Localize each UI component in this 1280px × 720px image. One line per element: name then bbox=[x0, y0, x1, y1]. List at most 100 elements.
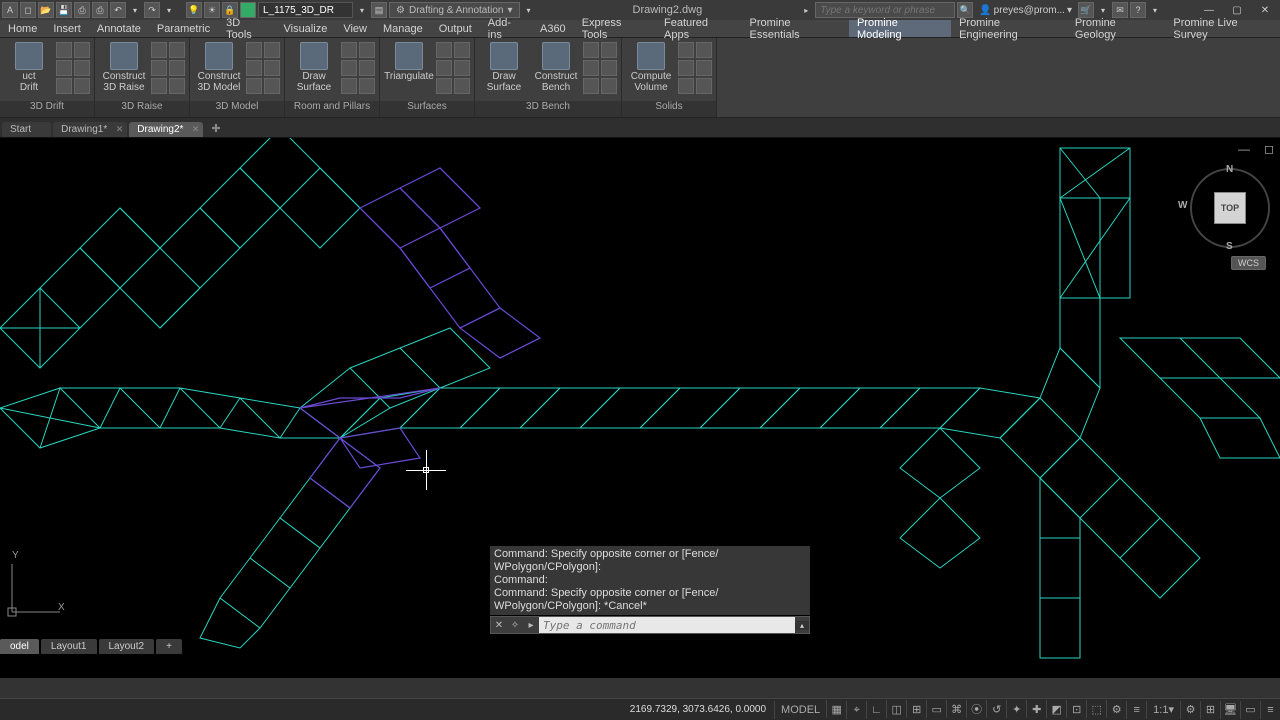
status-workspace-icon[interactable]: ⊞ bbox=[1200, 701, 1220, 719]
ribbon-small-button[interactable] bbox=[678, 60, 694, 76]
file-tab[interactable]: Drawing1*✕ bbox=[53, 122, 127, 137]
ribbon-small-button[interactable] bbox=[436, 78, 452, 94]
layout-tab[interactable]: Layout2 bbox=[99, 639, 155, 654]
undo-icon[interactable]: ↶ bbox=[110, 2, 126, 18]
viewcube-face[interactable]: TOP bbox=[1214, 192, 1246, 224]
ribbon-small-button[interactable] bbox=[246, 60, 262, 76]
ribbon-small-button[interactable] bbox=[696, 42, 712, 58]
freeze-icon[interactable]: ☀ bbox=[204, 2, 220, 18]
saveas-icon[interactable]: ⎙ bbox=[74, 2, 90, 18]
layer-props-icon[interactable]: ▤ bbox=[371, 2, 387, 18]
open-icon[interactable]: 📂 bbox=[38, 2, 54, 18]
ribbon-tab-view[interactable]: View bbox=[335, 20, 375, 37]
coordinates-readout[interactable]: 2169.7329, 3073.6426, 0.0000 bbox=[622, 704, 774, 715]
ribbon-button[interactable]: DrawSurface bbox=[289, 40, 339, 93]
ribbon-tab-manage[interactable]: Manage bbox=[375, 20, 431, 37]
ribbon-tab-output[interactable]: Output bbox=[431, 20, 480, 37]
status-toggle[interactable]: ⌖ bbox=[846, 701, 866, 719]
ribbon-small-button[interactable] bbox=[74, 60, 90, 76]
wcs-badge[interactable]: WCS bbox=[1231, 256, 1266, 270]
file-tab[interactable]: Drawing2*✕ bbox=[129, 122, 203, 137]
ribbon-tab-promine-essentials[interactable]: Promine Essentials bbox=[742, 20, 849, 37]
status-toggle[interactable]: ◫ bbox=[886, 700, 906, 718]
ribbon-tab-annotate[interactable]: Annotate bbox=[89, 20, 149, 37]
add-layout-button[interactable]: + bbox=[156, 639, 182, 654]
save-icon[interactable]: 💾 bbox=[56, 2, 72, 18]
ribbon-small-button[interactable] bbox=[341, 60, 357, 76]
status-toggle[interactable]: ⊡ bbox=[1066, 700, 1086, 718]
ribbon-button[interactable]: Construct3D Raise bbox=[99, 40, 149, 93]
ribbon-small-button[interactable] bbox=[601, 42, 617, 58]
new-icon[interactable]: ◻ bbox=[20, 2, 36, 18]
status-toggle[interactable]: ≡ bbox=[1126, 701, 1146, 719]
ribbon-tab-express-tools[interactable]: Express Tools bbox=[574, 20, 656, 37]
ribbon-button[interactable]: DrawSurface bbox=[479, 40, 529, 93]
ribbon-small-button[interactable] bbox=[246, 42, 262, 58]
ribbon-tab-featured-apps[interactable]: Featured Apps bbox=[656, 20, 742, 37]
status-clean-icon[interactable]: ▭ bbox=[1240, 701, 1260, 719]
ribbon-small-button[interactable] bbox=[678, 78, 694, 94]
status-toggle[interactable]: ✦ bbox=[1006, 700, 1026, 718]
layout-tab[interactable]: Layout1 bbox=[41, 639, 97, 654]
ribbon-small-button[interactable] bbox=[454, 78, 470, 94]
ribbon-small-button[interactable] bbox=[264, 60, 280, 76]
status-toggle[interactable]: ◩ bbox=[1046, 700, 1066, 718]
bulb-icon[interactable]: 💡 bbox=[186, 2, 202, 18]
layout-tab[interactable]: odel bbox=[0, 639, 39, 654]
ribbon-tab-a360[interactable]: A360 bbox=[532, 20, 574, 37]
ribbon-small-button[interactable] bbox=[169, 78, 185, 94]
ribbon-tab-promine-modeling[interactable]: Promine Modeling bbox=[849, 20, 951, 37]
ribbon-small-button[interactable] bbox=[74, 42, 90, 58]
ribbon-small-button[interactable] bbox=[583, 78, 599, 94]
ribbon-button[interactable]: Triangulate bbox=[384, 40, 434, 82]
status-toggle[interactable]: ▭ bbox=[926, 700, 946, 718]
viewcube[interactable]: N S W TOP bbox=[1190, 168, 1270, 248]
ribbon-small-button[interactable] bbox=[56, 60, 72, 76]
ribbon-small-button[interactable] bbox=[56, 78, 72, 94]
status-gear-icon[interactable]: ⚙ bbox=[1180, 701, 1200, 719]
ribbon-tab-parametric[interactable]: Parametric bbox=[149, 20, 218, 37]
status-toggle[interactable]: ⬚ bbox=[1086, 700, 1106, 718]
ribbon-tab-add-ins[interactable]: Add-ins bbox=[480, 20, 532, 37]
command-close-icon[interactable]: ✕ bbox=[491, 620, 507, 631]
viewport[interactable]: Y X — ◻ N S W TOP WCS Command: Specify o… bbox=[0, 138, 1280, 678]
ribbon-tab-promine-engineering[interactable]: Promine Engineering bbox=[951, 20, 1067, 37]
status-toggle[interactable]: ⚙ bbox=[1106, 700, 1126, 718]
layer-combo[interactable] bbox=[258, 2, 353, 18]
ribbon-small-button[interactable] bbox=[151, 42, 167, 58]
ribbon-small-button[interactable] bbox=[359, 60, 375, 76]
ribbon-small-button[interactable] bbox=[169, 42, 185, 58]
viewport-restore-icon[interactable]: ◻ bbox=[1264, 142, 1274, 156]
status-toggle[interactable]: ⌘ bbox=[946, 700, 966, 718]
ribbon-button[interactable]: Construct3D Model bbox=[194, 40, 244, 93]
ribbon-button[interactable]: ComputeVolume bbox=[626, 40, 676, 93]
ribbon-small-button[interactable] bbox=[678, 42, 694, 58]
close-icon[interactable]: ✕ bbox=[116, 124, 124, 135]
annotation-scale[interactable]: 1:1 ▾ bbox=[1146, 701, 1180, 719]
viewcube-s[interactable]: S bbox=[1226, 241, 1233, 252]
ribbon-small-button[interactable] bbox=[583, 42, 599, 58]
command-customize-icon[interactable]: ✧ bbox=[507, 620, 523, 631]
ribbon-small-button[interactable] bbox=[454, 60, 470, 76]
file-tab[interactable]: Start bbox=[2, 122, 51, 137]
ribbon-small-button[interactable] bbox=[601, 78, 617, 94]
status-toggle[interactable]: ∟ bbox=[866, 701, 886, 719]
ribbon-small-button[interactable] bbox=[696, 78, 712, 94]
ribbon-tab-promine-geology[interactable]: Promine Geology bbox=[1067, 20, 1166, 37]
ribbon-small-button[interactable] bbox=[454, 42, 470, 58]
command-recent-icon[interactable]: ▴ bbox=[795, 621, 809, 630]
user-menu[interactable]: 👤 preyes@prom... ▾ bbox=[975, 5, 1076, 16]
undo-dropdown-icon[interactable]: ▾ bbox=[128, 2, 142, 18]
ribbon-small-button[interactable] bbox=[74, 78, 90, 94]
viewcube-n[interactable]: N bbox=[1226, 164, 1233, 175]
ribbon-small-button[interactable] bbox=[436, 60, 452, 76]
ribbon-button[interactable]: uctDrift bbox=[4, 40, 54, 93]
redo-dropdown-icon[interactable]: ▾ bbox=[162, 2, 176, 18]
ribbon-small-button[interactable] bbox=[359, 78, 375, 94]
command-input[interactable] bbox=[539, 617, 795, 633]
ribbon-tab-home[interactable]: Home bbox=[0, 20, 45, 37]
ribbon-tab-visualize[interactable]: Visualize bbox=[275, 20, 335, 37]
ribbon-small-button[interactable] bbox=[583, 60, 599, 76]
ribbon-small-button[interactable] bbox=[341, 42, 357, 58]
plot-icon[interactable]: ⎙ bbox=[92, 2, 108, 18]
